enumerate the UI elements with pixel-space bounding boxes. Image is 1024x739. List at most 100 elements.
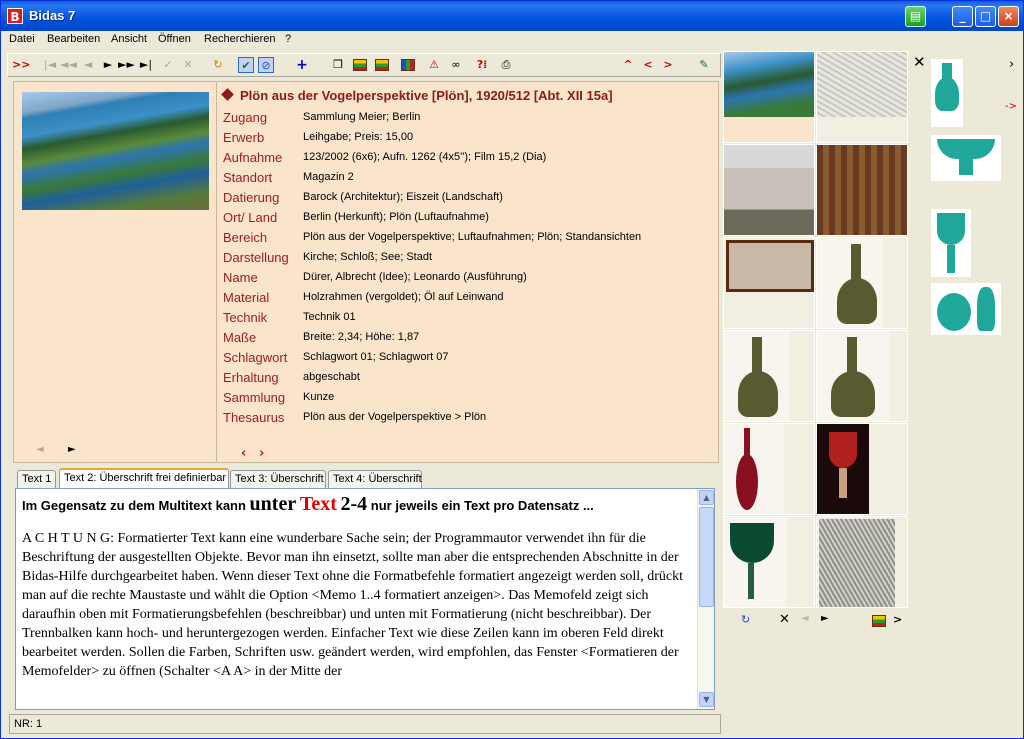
field-value[interactable]: Schlagwort 01; Schlagwort 07 [303, 351, 449, 363]
field-value[interactable]: Leihgabe; Preis: 15,00 [303, 131, 413, 143]
menu-recherchieren[interactable]: Recherchieren [204, 33, 276, 45]
menu-ansicht[interactable]: Ansicht [111, 33, 147, 45]
memo-field[interactable]: Im Gegensatz zu dem Multitext kann unter… [15, 488, 715, 710]
binoculars-icon[interactable]: ∞ [448, 57, 464, 73]
field-label: Technik [223, 310, 268, 325]
menu-help[interactable]: ? [285, 33, 291, 45]
field-value[interactable]: Plön aus der Vogelperspektive > Plön [303, 411, 486, 423]
gallery-next-button[interactable]: ► [821, 613, 829, 624]
record-photo[interactable] [22, 92, 209, 210]
teal-vases-thumb[interactable] [931, 283, 1001, 335]
add-record-icon[interactable]: + [294, 57, 310, 73]
tab-text-4[interactable]: Text 4: Überschrift [328, 470, 422, 489]
thumb-archive-room[interactable] [816, 144, 908, 236]
prev-record-icon[interactable]: ◄ [80, 57, 96, 73]
prev-page-icon[interactable]: ◄◄ [60, 57, 77, 73]
nav-up-button[interactable]: ^ [620, 57, 636, 73]
menu-bearbeiten[interactable]: Bearbeiten [47, 33, 100, 45]
image-next-button[interactable]: ► [68, 444, 76, 455]
nav-prev-button[interactable]: < [640, 57, 656, 73]
menu-datei[interactable]: Datei [9, 33, 35, 45]
field-value[interactable]: Breite: 2,34; Höhe: 1,87 [303, 331, 419, 343]
status-bar: NR: 1 [9, 714, 721, 734]
teal-vase-thumb[interactable] [931, 59, 963, 127]
gallery-refresh-icon[interactable]: ↻ [741, 613, 750, 626]
thumb-building[interactable] [723, 144, 815, 236]
close-button[interactable]: × [998, 6, 1019, 27]
grid-view-icon[interactable] [400, 57, 416, 73]
help-search-icon[interactable]: ?⁞ [474, 57, 490, 73]
memo-tabs: Text 1 Text 2: Überschrift frei definier… [17, 468, 717, 489]
teal-goblet-thumb[interactable] [931, 209, 971, 277]
field-label: Erwerb [223, 130, 265, 145]
menu-oeffnen[interactable]: Öffnen [158, 33, 191, 45]
tab-text-2[interactable]: Text 2: Überschrift frei definierbar [59, 468, 229, 489]
side-close-icon[interactable]: ✕ [913, 53, 926, 71]
thumb-bottle-1[interactable] [816, 237, 908, 329]
field-value[interactable]: Berlin (Herkunft); Plön (Luftaufnahme) [303, 211, 489, 223]
alert-icon[interactable]: ⚠ [426, 57, 442, 73]
field-value[interactable]: 123/2002 (6x6); Aufn. 1262 (4x5''); Film… [303, 151, 546, 163]
nav-next-button[interactable]: > [660, 57, 676, 73]
field-value[interactable]: Holzrahmen (vergoldet); Öl auf Leinwand [303, 291, 504, 303]
thumb-green-glass[interactable] [723, 516, 815, 608]
side-more-button[interactable]: › [1009, 57, 1014, 72]
gallery-prev-button[interactable]: ◄ [801, 613, 809, 624]
house-grid-icon[interactable] [374, 57, 390, 73]
extra-window-icon[interactable]: ▤ [905, 6, 926, 27]
refresh-icon[interactable]: ↻ [210, 57, 226, 73]
field-value[interactable]: Kirche; Schloß; See; Stadt [303, 251, 432, 263]
magic-wand-icon[interactable]: ✎ [696, 57, 712, 73]
thumb-map[interactable] [816, 51, 908, 143]
thumb-silhouette[interactable] [723, 237, 815, 329]
memo-scrollbar[interactable]: ▲ ▼ [697, 489, 714, 709]
tab-text-1[interactable]: Text 1 [17, 470, 56, 489]
diamond-icon [221, 88, 234, 101]
field-label: Darstellung [223, 250, 289, 265]
scroll-down-icon[interactable]: ▼ [699, 692, 714, 707]
next-page-icon[interactable]: ►► [118, 57, 135, 73]
tab-text-3[interactable]: Text 3: Überschrift [230, 470, 326, 489]
thumb-bottle-2[interactable] [723, 330, 815, 422]
thumb-aerial[interactable] [723, 51, 815, 143]
field-value[interactable]: Dürer, Albrecht (Idee); Leonardo (Ausfüh… [303, 271, 527, 283]
field-next-button[interactable]: › [259, 446, 264, 461]
first-record-icon[interactable]: |◄ [42, 57, 58, 73]
thumb-bottle-3[interactable] [816, 330, 908, 422]
scroll-up-icon[interactable]: ▲ [699, 490, 714, 505]
side-arrow[interactable]: -> [1005, 101, 1017, 112]
thumb-portrait[interactable] [816, 516, 908, 608]
field-value[interactable]: Kunze [303, 391, 334, 403]
record-details: Plön aus der Vogelperspektive [Plön], 19… [217, 81, 719, 463]
gallery-close-icon[interactable]: ✕ [779, 612, 790, 627]
thumb-red-bottle[interactable] [723, 423, 815, 515]
field-label: Schlagwort [223, 350, 288, 365]
field-value[interactable]: Magazin 2 [303, 171, 354, 183]
field-value[interactable]: Technik 01 [303, 311, 356, 323]
teal-bowl-thumb[interactable] [931, 135, 1001, 181]
toggle-panel-button[interactable]: >> [12, 57, 30, 73]
cancel-icon[interactable]: ✕ [180, 57, 196, 73]
image-prev-button[interactable]: ◄ [36, 444, 44, 455]
field-prev-button[interactable]: ‹ [241, 446, 246, 461]
copy-icon[interactable]: ❐ [330, 57, 346, 73]
field-value[interactable]: Plön aus der Vogelperspektive; Luftaufna… [303, 231, 641, 243]
minimize-button[interactable]: _ [952, 6, 973, 27]
thumb-red-goblet[interactable] [816, 423, 908, 515]
field-value[interactable]: Barock (Architektur); Eiszeit (Landschaf… [303, 191, 503, 203]
confirm-icon[interactable]: ✓ [160, 57, 176, 73]
next-record-icon[interactable]: ► [100, 57, 116, 73]
house-icon[interactable] [352, 57, 368, 73]
print-icon[interactable]: ⎙ [498, 57, 514, 73]
check-mode-icon[interactable]: ✔ [238, 57, 254, 73]
field-value[interactable]: Sammlung Meier; Berlin [303, 111, 420, 123]
filter-off-icon[interactable]: ⊘ [258, 57, 274, 73]
last-record-icon[interactable]: ►| [138, 57, 154, 73]
gallery-more-button[interactable]: > [893, 613, 902, 626]
maximize-button[interactable]: □ [975, 6, 996, 27]
title-bar[interactable]: B Bidas 7 ▤ _ □ × [1, 1, 1023, 31]
field-value[interactable]: abgeschabt [303, 371, 360, 383]
memo-body: A C H T U N G: Formatierter Text kann ei… [22, 531, 683, 679]
scroll-thumb[interactable] [699, 507, 714, 607]
gallery-house-icon[interactable] [871, 613, 887, 627]
